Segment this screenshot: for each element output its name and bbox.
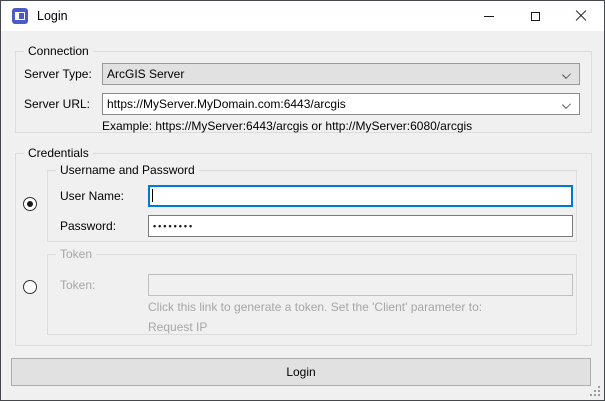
text-caret — [152, 189, 153, 202]
close-icon — [575, 10, 587, 22]
maximize-button[interactable] — [512, 1, 558, 31]
connection-group: Connection Server Type: ArcGIS Server Se… — [15, 51, 592, 133]
token-label: Token: — [60, 274, 95, 296]
server-url-combobox[interactable]: https://MyServer.MyDomain.com:6443/arcgi… — [102, 93, 580, 115]
login-button-label: Login — [286, 365, 315, 379]
resize-grip-icon[interactable] — [590, 386, 592, 388]
token-input — [148, 274, 573, 296]
server-url-example-text: Example: https://MyServer:6443/arcgis or… — [102, 119, 472, 133]
user-name-input[interactable] — [148, 185, 573, 207]
password-label: Password: — [60, 215, 116, 237]
caption-buttons — [466, 1, 604, 31]
password-input[interactable] — [148, 215, 573, 237]
token-client-value[interactable]: Request IP — [148, 320, 207, 334]
app-window-icon — [12, 8, 28, 24]
credentials-group-label: Credentials — [24, 146, 93, 160]
chevron-down-icon — [562, 70, 571, 79]
chevron-down-icon — [562, 100, 571, 109]
title-bar[interactable]: Login — [1, 1, 604, 31]
server-url-label: Server URL: — [24, 93, 90, 115]
server-url-value: https://MyServer.MyDomain.com:6443/arcgi… — [107, 97, 346, 111]
server-type-label: Server Type: — [24, 63, 92, 85]
token-help-text: Click this link to generate a token. Set… — [148, 300, 482, 314]
username-password-radio[interactable] — [23, 197, 37, 211]
credentials-group: Credentials Username and Password User N… — [15, 153, 592, 346]
token-group: Token Token: Click this link to generate… — [47, 254, 577, 335]
server-type-value: ArcGIS Server — [107, 67, 184, 81]
login-button[interactable]: Login — [11, 358, 591, 386]
username-password-group-label: Username and Password — [56, 163, 199, 177]
login-dialog: Login Connection Server Type: ArcGIS Ser… — [0, 0, 605, 401]
minimize-icon — [484, 16, 494, 17]
user-name-label: User Name: — [60, 185, 124, 207]
connection-group-label: Connection — [24, 44, 93, 58]
server-type-dropdown[interactable]: ArcGIS Server — [102, 63, 580, 85]
window-title: Login — [37, 9, 68, 23]
token-group-label: Token — [56, 247, 96, 261]
minimize-button[interactable] — [466, 1, 512, 31]
close-button[interactable] — [558, 1, 604, 31]
token-radio[interactable] — [23, 280, 37, 294]
username-password-group: Username and Password User Name: Passwor… — [47, 170, 577, 242]
maximize-icon — [531, 12, 540, 21]
